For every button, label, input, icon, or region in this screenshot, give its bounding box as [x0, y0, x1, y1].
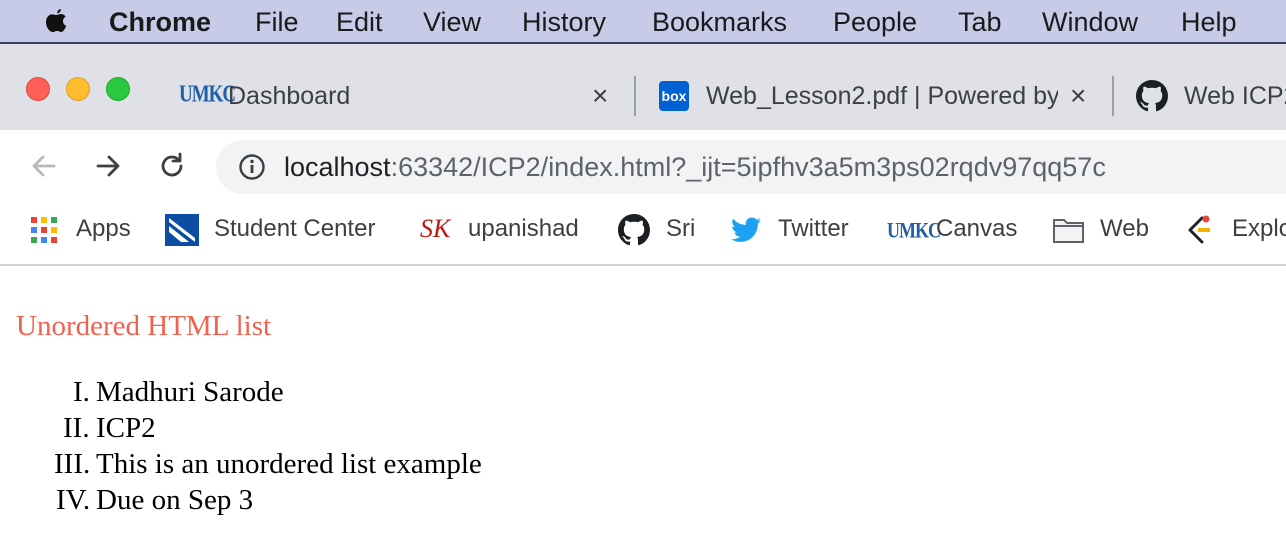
box-logo-icon: box	[659, 81, 689, 111]
menu-file[interactable]: File	[255, 5, 299, 39]
umkc-logo-icon: UMKC	[887, 217, 941, 243]
menu-window[interactable]: Window	[1042, 5, 1138, 39]
menu-bookmarks[interactable]: Bookmarks	[652, 5, 787, 39]
tab-separator	[634, 76, 636, 116]
github-icon	[1136, 80, 1168, 112]
tab-dashboard-title[interactable]: Dashboard	[228, 80, 568, 112]
menu-history[interactable]: History	[522, 5, 606, 39]
menu-app-name[interactable]: Chrome	[109, 5, 211, 39]
window-zoom-button[interactable]	[106, 77, 130, 101]
forward-arrow-icon[interactable]	[92, 150, 124, 182]
site-info-icon[interactable]	[238, 153, 266, 181]
bookmark-student-center[interactable]: Student Center	[214, 213, 375, 245]
list-item-text: Madhuri Sarode	[96, 376, 284, 408]
menu-people[interactable]: People	[833, 5, 917, 39]
list-item-text: Due on Sep 3	[96, 484, 254, 516]
url-text[interactable]: localhost:63342/ICP2/index.html?_ijt=5ip…	[284, 149, 1106, 185]
apps-grid-icon[interactable]	[31, 217, 57, 243]
list-item-text: ICP2	[96, 412, 156, 444]
list-marker: III.	[54, 448, 91, 480]
folder-icon	[1053, 219, 1084, 243]
tab-web-icp2-title[interactable]: Web ICP2	[1184, 80, 1286, 112]
bookmark-twitter[interactable]: Twitter	[778, 213, 849, 245]
list-marker: I.	[73, 376, 90, 408]
url-host: localhost	[284, 152, 391, 182]
bookmark-upanishad[interactable]: upanishad	[468, 213, 579, 245]
tab-dashboard-close-icon[interactable]: ×	[592, 80, 608, 112]
tab-separator	[1112, 76, 1114, 116]
apple-icon[interactable]	[42, 6, 70, 38]
tab-web-lesson-title[interactable]: Web_Lesson2.pdf | Powered by	[706, 80, 1058, 112]
clipped-page-heading-remnant	[620, 262, 1060, 272]
bookmark-explore[interactable]: Explo	[1232, 213, 1286, 245]
bookmark-canvas[interactable]: Canvas	[936, 213, 1017, 245]
url-path: :63342/ICP2/index.html?_ijt=5ipfhv3a5m3p…	[390, 152, 1106, 182]
list-marker: II.	[63, 412, 90, 444]
bookmark-web-folder[interactable]: Web	[1100, 213, 1149, 245]
umkc-logo-icon: UMKC	[179, 81, 236, 108]
list-marker: IV.	[56, 484, 91, 516]
window-close-button[interactable]	[26, 77, 50, 101]
macos-menu-bar: Chrome File Edit View History Bookmarks …	[0, 0, 1286, 44]
explore-icon	[1188, 215, 1210, 244]
page-heading: Unordered HTML list	[16, 310, 272, 342]
menu-help[interactable]: Help	[1181, 5, 1237, 39]
bookmark-sri[interactable]: Sri	[666, 213, 695, 245]
menu-view[interactable]: View	[423, 5, 481, 39]
menu-edit[interactable]: Edit	[336, 5, 383, 39]
window-minimize-button[interactable]	[66, 77, 90, 101]
github-icon	[618, 214, 650, 246]
student-center-icon	[165, 214, 199, 246]
sk-icon: SK	[420, 214, 451, 243]
reload-icon[interactable]	[156, 150, 188, 182]
bookmark-apps[interactable]: Apps	[76, 213, 131, 245]
menu-tab[interactable]: Tab	[958, 5, 1002, 39]
tab-web-lesson-close-icon[interactable]: ×	[1070, 80, 1086, 112]
list-item-text: This is an unordered list example	[96, 448, 482, 480]
back-arrow-icon[interactable]	[28, 150, 60, 182]
twitter-icon	[731, 217, 761, 242]
